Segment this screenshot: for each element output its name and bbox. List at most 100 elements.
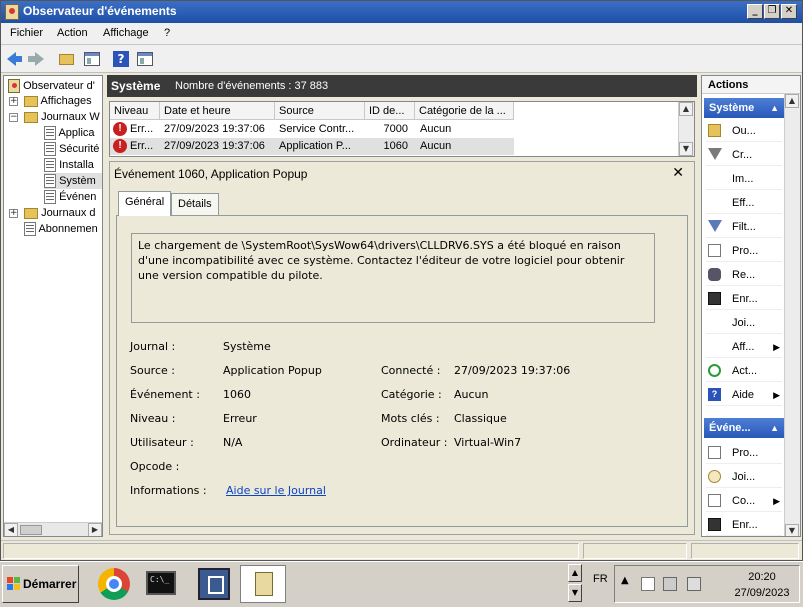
expand-journaux-applications[interactable]: + xyxy=(9,209,18,218)
event-message[interactable]: Le chargement de \SystemRoot\SysWow64\dr… xyxy=(131,233,655,323)
action-open-log[interactable]: Ou... xyxy=(706,120,782,142)
log-icon xyxy=(44,142,56,157)
tree-root[interactable]: Observateur d' xyxy=(8,78,95,94)
column-categorie[interactable]: Catégorie de la ... xyxy=(415,102,514,120)
tree-item-journaux-windows[interactable]: Journaux W xyxy=(24,109,100,125)
menu-affichage[interactable]: Affichage xyxy=(103,27,149,39)
volume-muted-icon[interactable] xyxy=(687,577,701,591)
close-button[interactable]: ✕ xyxy=(781,4,797,19)
event-detail-pane: Événement 1060, Application Popup ✕ Géné… xyxy=(109,161,695,535)
taskbar-chrome[interactable] xyxy=(90,565,132,603)
tree-item-affichages[interactable]: Affichages xyxy=(24,93,92,109)
action-find[interactable]: Re... xyxy=(706,264,782,286)
column-niveau[interactable]: Niveau xyxy=(110,102,160,120)
up-folder-button[interactable] xyxy=(57,50,75,68)
taskbar-cmd[interactable]: C:\_ xyxy=(140,565,182,603)
action-center-icon[interactable] xyxy=(641,577,655,591)
action-save-selected[interactable]: Enr... xyxy=(706,514,782,536)
menu-fichier[interactable]: Fichier xyxy=(10,27,43,39)
menu-action[interactable]: Action xyxy=(57,27,88,39)
minimize-button[interactable]: _ xyxy=(747,4,763,19)
scroll-left-button[interactable]: ◀ xyxy=(4,523,18,536)
scroll-up-button[interactable]: ▲ xyxy=(679,102,693,116)
taskbar-scroll[interactable]: ▲ ▼ xyxy=(568,564,584,604)
event-list-scrollbar[interactable]: ▲ ▼ xyxy=(678,102,694,156)
scroll-thumb[interactable] xyxy=(20,525,42,535)
tab-details[interactable]: Détails xyxy=(171,193,219,215)
action-attach-task-event[interactable]: Joi... xyxy=(706,466,782,488)
actions-pane: Actions Système ▲ Ou... Cr... Im... Eff.… xyxy=(701,75,801,537)
tree-item-evenements-transferes[interactable]: Événen xyxy=(44,189,96,205)
action-label: Re... xyxy=(732,269,756,281)
scroll-down-button[interactable]: ▼ xyxy=(785,524,799,536)
action-group-systeme[interactable]: Système ▲ xyxy=(704,98,784,118)
column-date-heure[interactable]: Date et heure xyxy=(160,102,275,120)
scroll-up-button[interactable]: ▲ xyxy=(785,94,799,108)
collapse-journaux-windows[interactable]: − xyxy=(9,113,18,122)
event-list[interactable]: Niveau Date et heure Source ID de... Cat… xyxy=(109,101,695,157)
language-indicator[interactable]: FR xyxy=(593,573,608,585)
task-clock-icon xyxy=(708,470,721,483)
column-source[interactable]: Source xyxy=(275,102,365,120)
action-properties[interactable]: Pro... xyxy=(706,240,782,262)
action-import-view[interactable]: Im... xyxy=(706,168,782,190)
show-hide-action-pane-button[interactable] xyxy=(136,50,154,68)
tree-item-systeme[interactable]: Systèm xyxy=(44,173,102,189)
tab-general[interactable]: Général xyxy=(118,191,172,216)
help-journal-link[interactable]: Aide sur le Journal xyxy=(226,484,326,497)
action-refresh[interactable]: Act... xyxy=(706,360,782,382)
tree-item-journaux-applications[interactable]: Journaux d xyxy=(24,205,96,221)
action-label: Pro... xyxy=(732,245,759,257)
show-hidden-icons[interactable]: ▲ xyxy=(621,575,629,586)
menu-help[interactable]: ? xyxy=(164,27,170,39)
close-detail-icon[interactable]: ✕ xyxy=(672,165,684,181)
expand-affichages[interactable]: + xyxy=(9,97,18,106)
action-filter-log[interactable]: Filt... xyxy=(706,216,782,238)
forward-button[interactable] xyxy=(27,50,45,68)
folder-icon xyxy=(24,111,38,123)
action-label: Co... xyxy=(732,495,756,507)
taskbar-scroll-up[interactable]: ▲ xyxy=(568,564,582,582)
tree-item-abonnements[interactable]: Abonnemen xyxy=(24,221,98,237)
tree-item-label: Abonnemen xyxy=(38,223,98,235)
action-event-properties[interactable]: Pro... xyxy=(706,442,782,464)
scroll-down-button[interactable]: ▼ xyxy=(679,142,693,156)
action-label: Act... xyxy=(732,365,758,377)
back-button[interactable] xyxy=(5,50,23,68)
tree-horizontal-scrollbar[interactable]: ◀ ▶ xyxy=(4,522,102,536)
action-save-events[interactable]: Enr... xyxy=(706,288,782,310)
action-label: Cr... xyxy=(732,149,753,161)
column-id[interactable]: ID de... xyxy=(365,102,415,120)
table-row-selected[interactable]: ! Err... 27/09/2023 19:37:06 Application… xyxy=(110,138,514,155)
action-clear-log[interactable]: Eff... xyxy=(706,192,782,214)
taskbar-scroll-down[interactable]: ▼ xyxy=(568,584,582,602)
tree-item-securite[interactable]: Sécurité xyxy=(44,141,99,157)
action-copy[interactable]: Co... ▶ xyxy=(706,490,782,512)
taskbar-event-viewer-active[interactable] xyxy=(240,565,286,603)
windows-logo-icon xyxy=(7,577,21,591)
maximize-button[interactable]: ❐ xyxy=(764,4,780,19)
tree-root-label: Observateur d' xyxy=(23,80,95,92)
clock[interactable]: 20:20 27/09/2023 xyxy=(723,569,801,601)
help-button[interactable]: ? xyxy=(112,50,130,68)
action-group-evenement[interactable]: Événe... ▲ xyxy=(704,418,784,438)
start-button[interactable]: Démarrer xyxy=(2,565,79,603)
network-icon[interactable] xyxy=(663,577,677,591)
actions-scrollbar[interactable]: ▲ ▼ xyxy=(784,94,800,536)
title-bar[interactable]: Observateur d'événements _ ❐ ✕ xyxy=(1,1,802,23)
taskbar-app[interactable] xyxy=(192,565,234,603)
table-row[interactable]: ! Err... 27/09/2023 19:37:06 Service Con… xyxy=(110,121,514,138)
action-help[interactable]: ? Aide ▶ xyxy=(706,384,782,406)
scroll-right-button[interactable]: ▶ xyxy=(88,523,102,536)
action-view[interactable]: Aff... ▶ xyxy=(706,336,782,358)
system-tray: ▲ 20:20 27/09/2023 xyxy=(614,565,800,603)
action-attach-task[interactable]: Joi... xyxy=(706,312,782,334)
action-create-view[interactable]: Cr... xyxy=(706,144,782,166)
tree-item-application[interactable]: Applica xyxy=(44,125,95,141)
folder-icon xyxy=(24,207,38,219)
action-label: Filt... xyxy=(732,221,756,233)
show-hide-tree-button[interactable] xyxy=(83,50,101,68)
opcode-label: Opcode : xyxy=(130,460,180,473)
tree-item-installation[interactable]: Installa xyxy=(44,157,94,173)
console-tree[interactable]: Observateur d' + Affichages − Journaux W… xyxy=(3,75,103,537)
